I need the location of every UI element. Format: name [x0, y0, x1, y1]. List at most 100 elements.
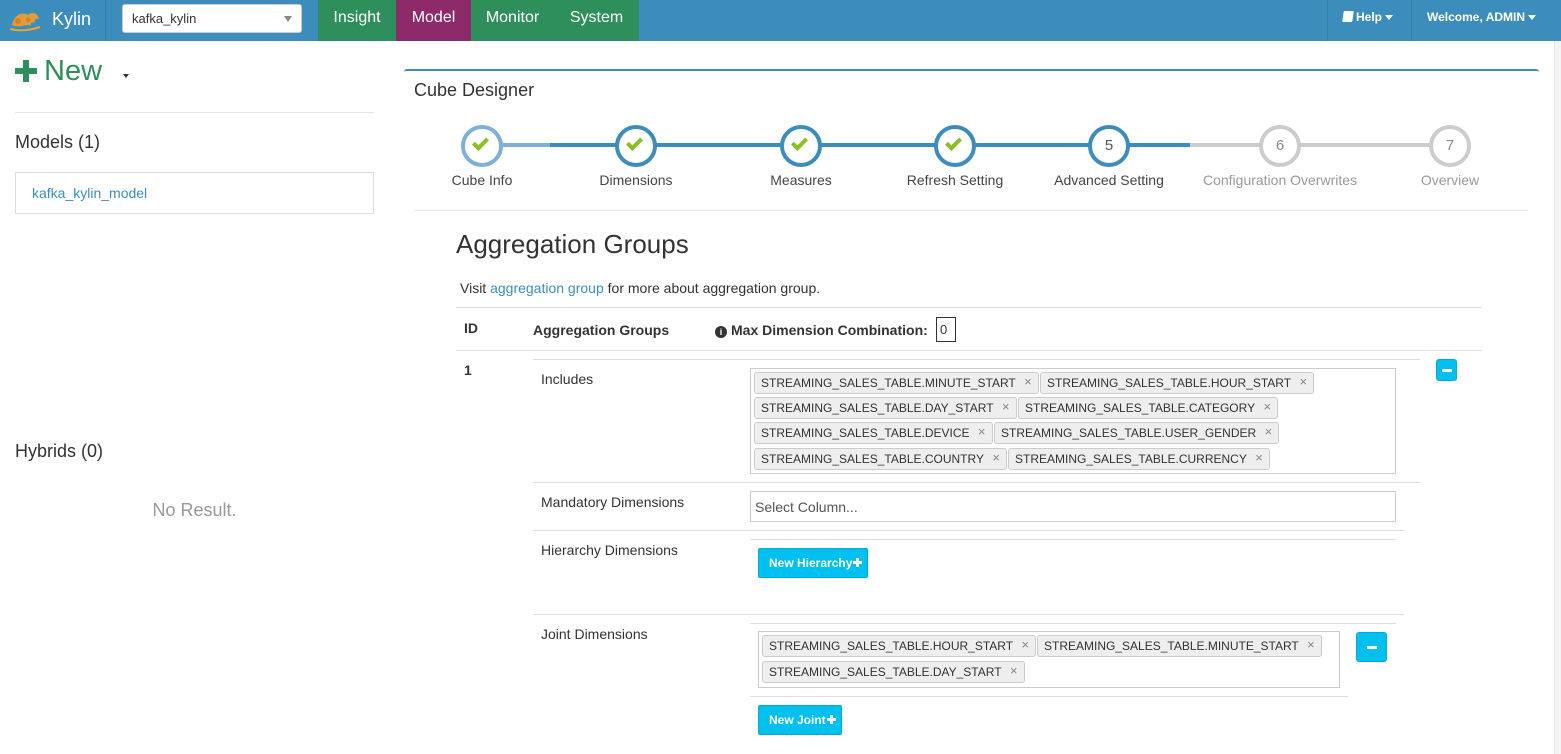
- project-select-value: kafka_kylin: [132, 11, 197, 26]
- remove-icon[interactable]: ×: [1002, 399, 1010, 414]
- plus-icon: [15, 60, 37, 82]
- step-advanced-setting[interactable]: 5: [1088, 125, 1130, 167]
- include-tag: STREAMING_SALES_TABLE.CURRENCY ×: [1008, 448, 1270, 470]
- step-number: 6: [1275, 137, 1285, 154]
- row-rule: [750, 539, 1396, 540]
- col-header-groups: Aggregation Groups: [533, 322, 670, 338]
- remove-icon[interactable]: ×: [1024, 374, 1032, 389]
- remove-icon[interactable]: ×: [1263, 399, 1271, 414]
- step-measures[interactable]: [780, 125, 822, 167]
- mandatory-label: Mandatory Dimensions: [541, 494, 685, 510]
- scrollbar[interactable]: [1554, 41, 1561, 754]
- user-menu[interactable]: Welcome, ADMIN: [1411, 0, 1554, 41]
- include-tag: STREAMING_SALES_TABLE.COUNTRY ×: [754, 448, 1007, 470]
- step-configuration-overwrites[interactable]: 6: [1259, 125, 1301, 167]
- nav-tab-label: Insight: [333, 9, 381, 26]
- step-label: Refresh Setting: [906, 172, 1004, 188]
- model-link[interactable]: kafka_kylin_model: [32, 185, 147, 201]
- nav-tab-system[interactable]: System: [554, 0, 639, 41]
- step-label: Configuration Overwrites: [1202, 172, 1358, 188]
- help-label: Help: [1356, 10, 1383, 24]
- panel-border: [404, 69, 1539, 72]
- help-text: Visit aggregation group for more about a…: [460, 280, 820, 296]
- include-tag: STREAMING_SALES_TABLE.HOUR_START ×: [1040, 372, 1315, 394]
- tag-label: STREAMING_SALES_TABLE.CURRENCY: [1015, 452, 1247, 466]
- remove-group-button[interactable]: [1436, 359, 1457, 381]
- nav-tab-monitor[interactable]: Monitor: [471, 0, 554, 41]
- tag-label: STREAMING_SALES_TABLE.CATEGORY: [1025, 401, 1256, 415]
- kylin-logo-icon: [9, 12, 41, 32]
- remove-icon[interactable]: ×: [1299, 374, 1307, 389]
- step-cube-info[interactable]: [461, 125, 503, 167]
- nav-tab-label: Monitor: [485, 9, 540, 26]
- divider: [15, 112, 374, 113]
- joint-tag: STREAMING_SALES_TABLE.MINUTE_START ×: [1037, 635, 1322, 657]
- row-rule: [750, 696, 1348, 697]
- remove-joint-button[interactable]: [1356, 632, 1387, 662]
- remove-icon[interactable]: ×: [1255, 450, 1263, 465]
- remove-icon[interactable]: ×: [1010, 663, 1018, 678]
- new-hierarchy-button[interactable]: New Hierarchy: [758, 548, 868, 578]
- check-icon: [945, 134, 962, 151]
- plus-icon: [826, 715, 836, 724]
- step-dimensions[interactable]: [615, 125, 657, 167]
- check-icon: [791, 134, 808, 151]
- max-dimension-input[interactable]: 0: [936, 317, 956, 342]
- step-refresh-setting[interactable]: [934, 125, 976, 167]
- includes-select[interactable]: STREAMING_SALES_TABLE.MINUTE_START × STRE…: [750, 368, 1396, 474]
- check-icon: [472, 134, 489, 151]
- include-tag: STREAMING_SALES_TABLE.CATEGORY ×: [1018, 397, 1279, 419]
- step-connector: [502, 143, 550, 147]
- row-rule: [533, 530, 1404, 531]
- hybrids-heading: Hybrids (0): [15, 441, 104, 461]
- row-rule: [533, 359, 1420, 360]
- remove-icon[interactable]: ×: [1307, 637, 1315, 652]
- info-icon: i: [715, 326, 727, 338]
- remove-icon[interactable]: ×: [992, 450, 1000, 465]
- includes-label: Includes: [541, 371, 594, 387]
- joint-label: Joint Dimensions: [541, 626, 648, 642]
- include-tag: STREAMING_SALES_TABLE.DEVICE ×: [754, 422, 993, 444]
- step-label: Cube Info: [451, 172, 513, 188]
- minus-icon: [1366, 646, 1377, 649]
- joint-select[interactable]: STREAMING_SALES_TABLE.HOUR_START × STREAM…: [758, 631, 1340, 688]
- tag-label: STREAMING_SALES_TABLE.HOUR_START: [769, 639, 1014, 653]
- tag-label: STREAMING_SALES_TABLE.MINUTE_START: [761, 376, 1016, 390]
- nav-tab-model[interactable]: Model: [396, 0, 471, 41]
- brand[interactable]: Kylin: [0, 0, 106, 41]
- include-tag: STREAMING_SALES_TABLE.MINUTE_START ×: [754, 372, 1039, 394]
- check-icon: [626, 134, 643, 151]
- remove-icon[interactable]: ×: [1265, 424, 1273, 439]
- nav-tab-insight[interactable]: Insight: [318, 0, 396, 41]
- project-select[interactable]: kafka_kylin: [122, 4, 302, 33]
- no-result-text: No Result.: [152, 500, 237, 520]
- aggregation-group-link[interactable]: aggregation group: [490, 280, 604, 296]
- help-text-suffix: for more about aggregation group.: [607, 280, 821, 296]
- designer-title: Cube Designer: [414, 80, 535, 100]
- minus-icon: [1441, 369, 1452, 372]
- caret-down-icon: [123, 74, 129, 78]
- step-overview[interactable]: 7: [1429, 125, 1471, 167]
- joint-tag: STREAMING_SALES_TABLE.HOUR_START ×: [762, 635, 1037, 657]
- row-rule: [533, 614, 1404, 615]
- table-header-rule: [456, 350, 1482, 351]
- model-list-item[interactable]: kafka_kylin_model: [15, 172, 374, 214]
- new-joint-button[interactable]: New Joint: [758, 705, 842, 735]
- remove-icon[interactable]: ×: [978, 424, 986, 439]
- remove-icon[interactable]: ×: [1021, 637, 1029, 652]
- nav-tab-label: Model: [411, 9, 456, 26]
- new-joint-label: New Joint: [769, 713, 826, 727]
- mandatory-select[interactable]: Select Column...: [750, 491, 1396, 522]
- joint-tag: STREAMING_SALES_TABLE.DAY_START ×: [762, 661, 1025, 683]
- group-id: 1: [464, 362, 472, 378]
- step-number: 5: [1104, 137, 1114, 154]
- step-label: Measures: [770, 172, 832, 188]
- book-icon: [1342, 11, 1354, 22]
- step-connector: [1190, 143, 1450, 147]
- step-number: 7: [1445, 137, 1455, 154]
- caret-down-icon: [1385, 15, 1394, 21]
- include-tag: STREAMING_SALES_TABLE.DAY_START ×: [754, 397, 1017, 419]
- help-menu[interactable]: Help: [1327, 0, 1411, 41]
- help-text-prefix: Visit: [460, 280, 487, 296]
- tag-label: STREAMING_SALES_TABLE.HOUR_START: [1047, 376, 1292, 390]
